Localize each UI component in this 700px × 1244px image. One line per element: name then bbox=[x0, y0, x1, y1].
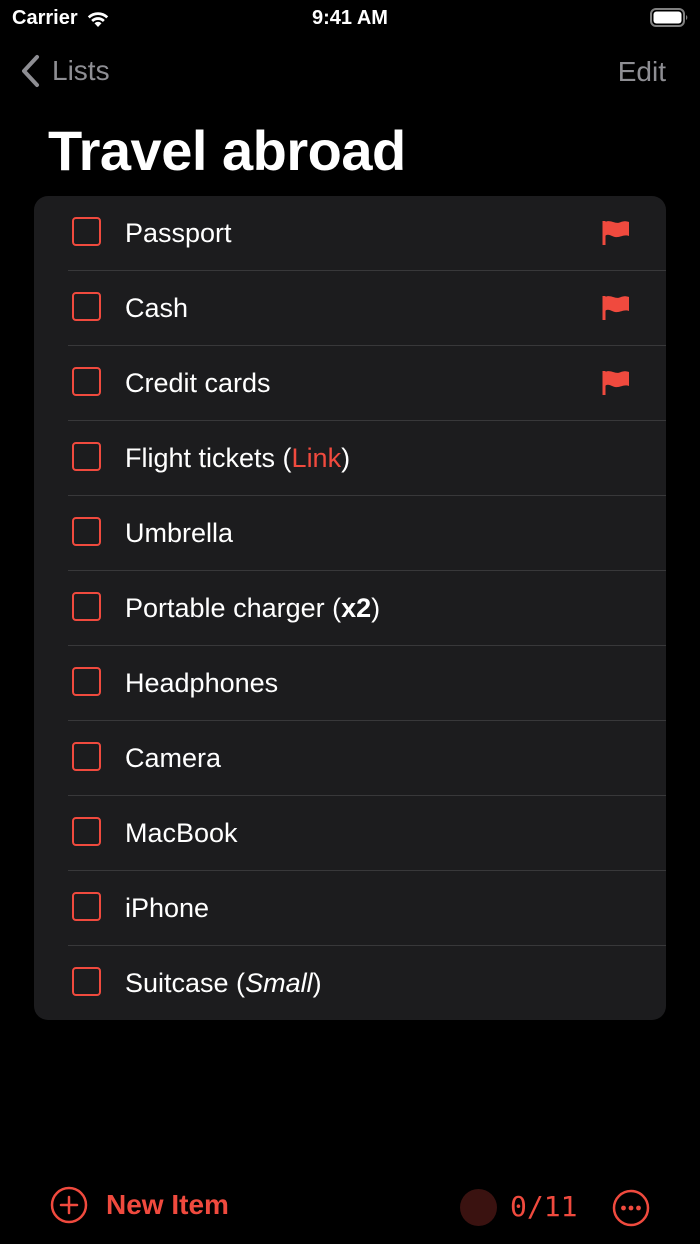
page-title: Travel abroad bbox=[48, 119, 406, 182]
progress-indicator bbox=[460, 1189, 497, 1226]
item-label: Headphones bbox=[125, 668, 279, 698]
battery-icon bbox=[650, 8, 688, 27]
checkbox[interactable] bbox=[72, 442, 101, 471]
item-label-italic: Small bbox=[245, 968, 313, 998]
item-label: MacBook bbox=[125, 818, 238, 848]
new-item-label: New Item bbox=[106, 1189, 229, 1220]
list-item[interactable]: iPhone bbox=[34, 871, 666, 946]
checkbox[interactable] bbox=[72, 367, 101, 396]
list-item[interactable]: Headphones bbox=[34, 646, 666, 721]
item-label-text: Portable charger ( bbox=[125, 593, 342, 623]
flag-icon bbox=[602, 296, 629, 320]
item-label: Camera bbox=[125, 743, 222, 773]
list-item[interactable]: Suitcase (Small) bbox=[34, 946, 666, 1021]
list-item[interactable]: Portable charger (x2) bbox=[34, 571, 666, 646]
new-item-button[interactable]: New Item bbox=[50, 1186, 229, 1224]
status-bar: Carrier 9:41 AM bbox=[0, 0, 700, 40]
flag-icon bbox=[602, 221, 629, 245]
checkbox[interactable] bbox=[72, 817, 101, 846]
item-label: Credit cards bbox=[125, 368, 271, 398]
item-label: Flight tickets (Link) bbox=[125, 443, 350, 474]
item-label-text: ) bbox=[341, 443, 351, 473]
checkbox[interactable] bbox=[72, 667, 101, 696]
item-label: Umbrella bbox=[125, 518, 234, 548]
reminders-list: Passport Cash Credit cards Flight ticket… bbox=[34, 196, 666, 1020]
checkbox[interactable] bbox=[72, 217, 101, 246]
flag-icon bbox=[602, 371, 629, 395]
back-button[interactable]: Lists bbox=[20, 54, 110, 88]
bottom-toolbar: New Item 0/11 bbox=[0, 1170, 700, 1244]
list-item[interactable]: Flight tickets (Link) bbox=[34, 421, 666, 496]
list-item[interactable]: Cash bbox=[34, 271, 666, 346]
checkbox[interactable] bbox=[72, 592, 101, 621]
item-label: Passport bbox=[125, 218, 232, 248]
checkbox[interactable] bbox=[72, 742, 101, 771]
chevron-left-icon bbox=[22, 55, 39, 87]
item-label-text: Flight tickets ( bbox=[125, 443, 292, 473]
completion-counter: 0/11 bbox=[510, 1190, 578, 1223]
list-item[interactable]: MacBook bbox=[34, 796, 666, 871]
item-label: Portable charger (x2) bbox=[125, 593, 380, 624]
list-item[interactable]: Camera bbox=[34, 721, 666, 796]
plus-circle-icon bbox=[50, 1186, 88, 1224]
list-item[interactable]: Umbrella bbox=[34, 496, 666, 571]
item-label-text: Suitcase ( bbox=[125, 968, 246, 998]
item-label: Suitcase (Small) bbox=[125, 968, 322, 999]
item-label: iPhone bbox=[125, 893, 210, 923]
clock: 9:41 AM bbox=[312, 7, 388, 29]
item-label: Cash bbox=[125, 293, 189, 323]
item-label-bold: x2 bbox=[341, 593, 372, 623]
back-label: Lists bbox=[52, 55, 110, 86]
item-label-text: ) bbox=[371, 593, 381, 623]
edit-button[interactable]: Edit bbox=[618, 56, 666, 88]
checkbox[interactable] bbox=[72, 517, 101, 546]
checkbox[interactable] bbox=[72, 892, 101, 921]
item-label-text: ) bbox=[312, 968, 322, 998]
list-item[interactable]: Passport bbox=[34, 196, 666, 271]
more-options-icon[interactable] bbox=[612, 1189, 650, 1227]
list-item[interactable]: Credit cards bbox=[34, 346, 666, 421]
checkbox[interactable] bbox=[72, 967, 101, 996]
item-link[interactable]: Link bbox=[292, 443, 342, 473]
checkbox[interactable] bbox=[72, 292, 101, 321]
